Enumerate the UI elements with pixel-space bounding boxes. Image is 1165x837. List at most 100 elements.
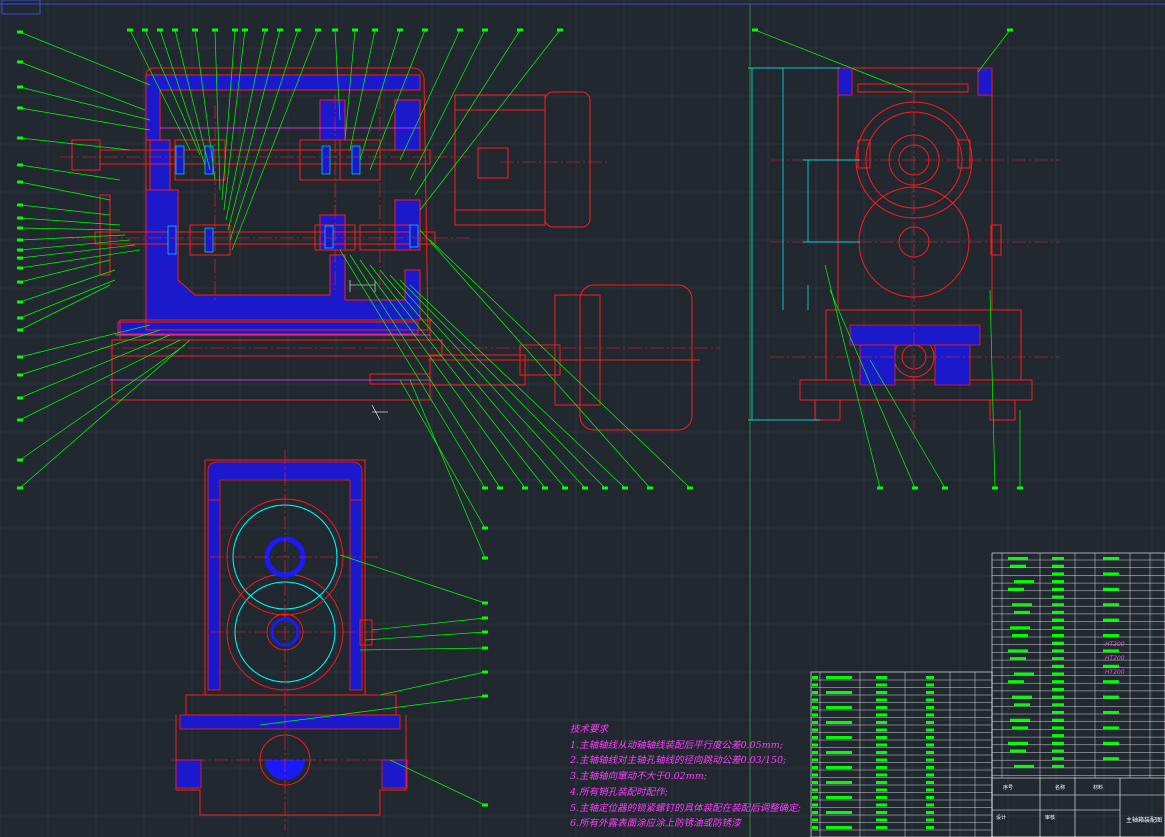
leader-line: [379, 269, 566, 489]
table-cell-text: [812, 781, 818, 784]
part-number-label: [557, 28, 563, 32]
table-cell-text: [876, 728, 887, 732]
table-cell-text: [1052, 711, 1064, 714]
table-cell-text: [926, 803, 934, 807]
table-cell-text: [1052, 680, 1064, 684]
table-cell-text: [1052, 618, 1064, 622]
table-cell-text: [1052, 657, 1064, 661]
part-number-label: [157, 28, 163, 32]
table-cell-text: [1014, 610, 1030, 614]
table-cell-text: [1103, 649, 1119, 653]
table-cell-text: [1103, 634, 1119, 637]
table-cell-text: [1008, 557, 1028, 560]
table-cell-text: [826, 781, 852, 784]
part-number-label: [687, 486, 693, 490]
leader-line: [221, 29, 236, 201]
table-cell-text: [1010, 564, 1026, 568]
table-cell-text: [926, 811, 934, 814]
part-number-label: [17, 280, 23, 284]
table-cell-text: [1010, 718, 1030, 722]
part-number-label: [17, 396, 23, 400]
material-label: HT200: [1105, 641, 1125, 648]
table-cell-text: [876, 698, 887, 702]
technical-requirement-item: 6.所有外露表面涂应涂上防锈油或防锈漆: [570, 818, 741, 830]
leader-line: [399, 379, 486, 529]
table-cell-text: [876, 826, 887, 829]
table-cell-text: [826, 826, 852, 829]
table-cell-text: [1012, 634, 1028, 637]
title-block-col-name: 名称: [1055, 785, 1066, 791]
leader-line: [419, 29, 561, 211]
table-cell-text: [812, 676, 818, 679]
part-number-label: [352, 28, 358, 32]
table-cell-text: [876, 691, 887, 694]
table-cell-text: [812, 736, 818, 739]
table-cell-text: [1052, 564, 1064, 568]
part-number-label: [17, 256, 23, 260]
table-cell-text: [1052, 749, 1064, 753]
table-cell-text: [1103, 741, 1119, 745]
part-number-label: [942, 486, 948, 490]
table-cell-text: [812, 743, 818, 747]
part-number-label: [542, 486, 548, 490]
table-cell-text: [926, 728, 934, 732]
table-cell-text: [1052, 626, 1064, 630]
part-number-label: [17, 180, 23, 184]
table-cell-text: [1103, 618, 1119, 622]
table-cell-text: [926, 706, 934, 709]
part-number-label: [482, 803, 488, 807]
part-number-label: [142, 28, 148, 32]
main-section-view: [60, 67, 720, 431]
table-cell-text: [876, 766, 887, 769]
title-block-checker: 审核: [1045, 815, 1056, 821]
table-cell-text: [1012, 726, 1028, 730]
table-cell-text: [826, 751, 852, 754]
table-cell-text: [926, 766, 934, 769]
table-cell-text: [1052, 664, 1064, 668]
table-cell-text: [926, 818, 934, 822]
table-cell-text: [876, 758, 887, 762]
table-cell-text: [1103, 695, 1119, 699]
technical-requirements: 技术要求 1.主轴轴线从动轴轴线装配后平行度公差0.05mm; 2.主轴轴线对主…: [570, 722, 810, 832]
leader-line: [19, 86, 151, 121]
table-cell-text: [1103, 680, 1119, 684]
part-number-label: [212, 28, 218, 32]
part-number-label: [277, 28, 283, 32]
part-number-label: [482, 694, 488, 698]
part-number-label: [17, 300, 23, 304]
table-cell-text: [1010, 626, 1030, 630]
part-number-label: [482, 670, 488, 674]
table-cell-text: [1008, 587, 1024, 591]
part-number-label: [127, 28, 133, 32]
top-section-view: [170, 450, 410, 830]
table-cell-text: [1052, 741, 1064, 745]
leader-line: [754, 29, 913, 93]
leader-line: [19, 244, 136, 259]
table-cell-text: [926, 826, 934, 829]
table-cell-text: [1014, 764, 1034, 768]
table-cell-text: [1014, 672, 1034, 676]
table-cell-text: [1103, 757, 1119, 761]
table-cell-text: [812, 721, 818, 724]
part-number-label: [17, 226, 23, 230]
part-number-label: [482, 616, 488, 620]
part-number-label: [602, 486, 608, 490]
table-cell-text: [826, 811, 852, 814]
part-number-label: [397, 28, 403, 32]
table-cell-text: [876, 811, 887, 814]
part-number-label: [17, 328, 23, 332]
table-cell-text: [1008, 680, 1024, 684]
table-cell-text: [812, 728, 818, 732]
table-cell-text: [926, 758, 934, 762]
table-cell-text: [876, 743, 887, 747]
part-number-label: [562, 486, 568, 490]
table-cell-text: [812, 758, 818, 762]
part-number-label: [522, 486, 528, 490]
part-number-label: [17, 316, 23, 320]
part-number-label: [912, 486, 918, 490]
table-cell-text: [926, 743, 934, 747]
table-cell-text: [1052, 572, 1064, 576]
leader-line: [414, 29, 521, 196]
table-cell-text: [1052, 726, 1064, 730]
table-cell-text: [812, 811, 818, 814]
